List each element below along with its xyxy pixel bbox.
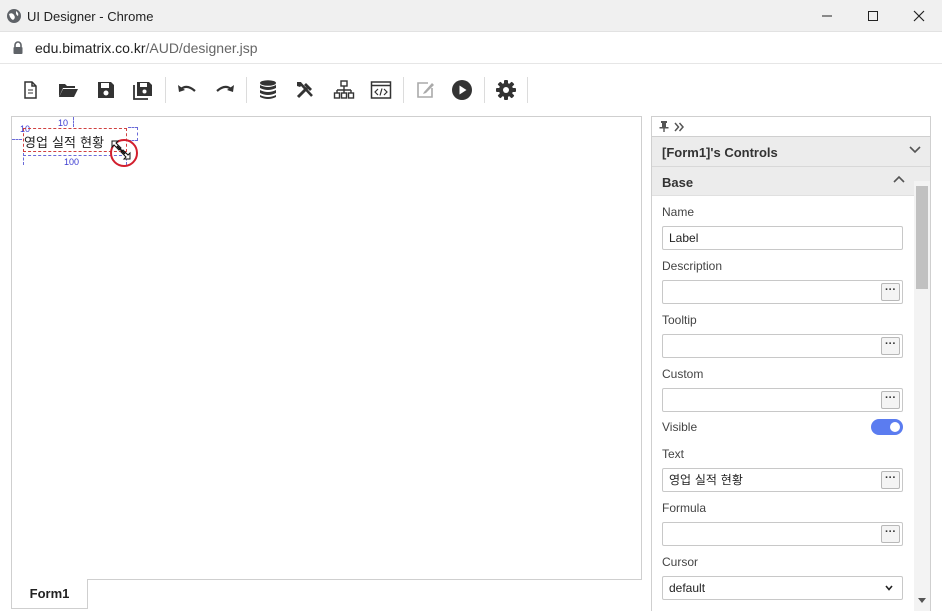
custom-more-button[interactable]: ··· [881,391,900,409]
cursor-label: Cursor [662,555,699,569]
url-path: /AUD/designer.jsp [145,40,258,56]
name-field[interactable]: Label [662,226,903,250]
chevron-down-icon [885,585,893,591]
save-all-button[interactable] [129,76,157,104]
toggle-knob [890,422,900,432]
designer-toolbar [0,64,942,116]
globe-icon [7,9,21,23]
code-window-icon [370,81,392,99]
description-label: Description [662,259,723,273]
formula-label: Formula [662,501,707,515]
window-title: UI Designer - Chrome [27,9,154,24]
design-canvas[interactable]: 10 10 영업 실적 현황 100 [11,116,642,580]
tooltip-field[interactable]: ··· [662,334,903,358]
run-icon [452,80,472,100]
lock-icon [13,41,23,54]
tab-form1[interactable]: Form1 [11,579,88,609]
tooltip-more-button[interactable]: ··· [881,337,900,355]
expand-double-chevron-icon[interactable] [674,122,684,132]
properties-panel: [Form1]'s Controls Base Name Label Descr… [651,116,931,611]
settings-button[interactable] [492,76,520,104]
url-text[interactable]: edu.bimatrix.co.kr/AUD/designer.jsp [35,40,258,56]
pin-icon[interactable] [659,121,669,132]
chevron-up-icon [893,175,905,183]
maximize-button[interactable] [850,0,896,32]
tools-icon [296,82,313,99]
run-button[interactable] [448,76,476,104]
address-bar[interactable]: edu.bimatrix.co.kr/AUD/designer.jsp [0,32,942,64]
edit-icon [417,82,434,98]
custom-label: Custom [662,367,704,381]
scrollbar-thumb[interactable] [916,186,928,289]
url-domain: edu.bimatrix.co.kr [35,40,146,56]
text-more-button[interactable]: ··· [881,471,900,489]
top-guide-line [73,117,74,127]
tooltip-label: Tooltip [662,313,697,327]
save-icon [98,82,114,98]
minimize-button[interactable] [804,0,850,32]
close-icon [913,10,925,22]
undo-icon [178,85,196,92]
visible-label: Visible [662,420,698,434]
save-button[interactable] [92,76,120,104]
hierarchy-icon [333,80,355,99]
top-offset-label: 10 [58,118,69,128]
toolbar-separator [403,77,404,103]
toolbar-separator [165,77,166,103]
label-control-text: 영업 실적 현황 [24,136,105,151]
panel-scrollbar[interactable] [914,181,930,611]
width-guide-tick-left [23,153,24,165]
database-button[interactable] [254,76,282,104]
new-document-icon [24,81,37,99]
close-button[interactable] [896,0,942,32]
undo-button[interactable] [173,76,201,104]
window-titlebar: UI Designer - Chrome [0,0,942,32]
tools-button[interactable] [291,76,319,104]
name-label: Name [662,205,695,219]
cursor-select[interactable]: default [662,576,903,600]
panel-pin-bar [652,117,930,137]
settings-gear-icon [496,80,516,100]
redo-icon [216,85,234,92]
width-label: 100 [64,157,80,167]
new-button[interactable] [16,76,44,104]
text-label: Text [662,447,685,461]
open-button[interactable] [54,76,82,104]
visible-toggle[interactable] [871,419,903,435]
scroll-down-arrow-icon[interactable] [918,598,926,604]
open-folder-icon [59,84,78,97]
redo-button[interactable] [211,76,239,104]
base-section-title: Base [662,175,694,190]
text-field[interactable]: 영업 실적 현황 ··· [662,468,903,492]
database-icon [260,80,276,99]
cursor-select-value: default [669,581,706,595]
script-button[interactable] [367,76,395,104]
custom-field[interactable]: ··· [662,388,903,412]
chevron-down-icon [909,146,921,154]
description-more-button[interactable]: ··· [881,283,900,301]
controls-dropdown-header[interactable]: [Form1]'s Controls [652,137,930,167]
formula-field[interactable]: ··· [662,522,903,546]
controls-title: [Form1]'s Controls [662,145,778,160]
base-section-header[interactable]: Base [652,167,930,196]
toolbar-separator [246,77,247,103]
save-all-icon [133,82,152,100]
hierarchy-button[interactable] [330,76,358,104]
toolbar-separator [527,77,528,103]
edit-button[interactable] [411,76,439,104]
left-guide-line [12,139,22,140]
minimize-icon [822,15,832,17]
formula-more-button[interactable]: ··· [881,525,900,543]
toolbar-separator [484,77,485,103]
resize-diagonal-icon[interactable] [108,137,138,167]
text-value: 영업 실적 현황 [669,473,743,487]
maximize-icon [868,11,878,21]
description-field[interactable]: ··· [662,280,903,304]
